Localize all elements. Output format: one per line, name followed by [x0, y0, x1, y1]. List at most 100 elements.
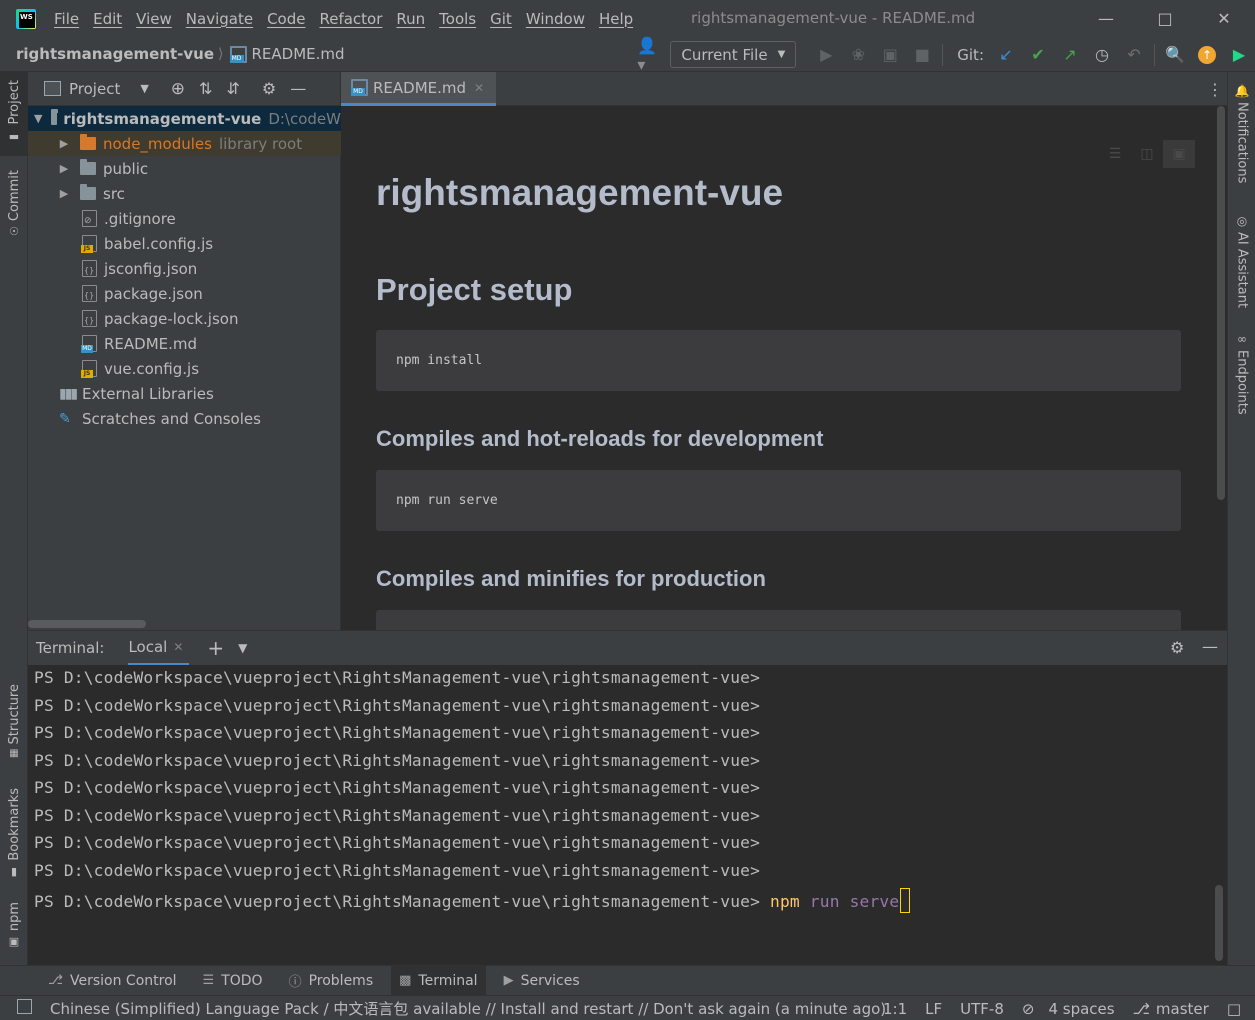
git-history-icon[interactable]: ◷: [1091, 44, 1113, 66]
git-rollback-icon[interactable]: ↶: [1123, 44, 1145, 66]
scratches-icon: ✎: [59, 410, 71, 427]
lock-icon[interactable]: □: [1227, 1000, 1241, 1018]
update-icon[interactable]: ↑: [1196, 44, 1218, 66]
terminal-output[interactable]: PS D:\codeWorkspace\vueproject\RightsMan…: [28, 665, 1227, 965]
expand-all-icon[interactable]: ⇅: [199, 79, 212, 98]
menu-file[interactable]: File: [54, 10, 79, 28]
tool-tab-ai-assistant[interactable]: ◎ AI Assistant: [1228, 214, 1255, 310]
new-terminal-icon[interactable]: +: [207, 636, 224, 660]
terminal-line: PS D:\codeWorkspace\vueproject\RightsMan…: [34, 806, 761, 825]
menu-view[interactable]: View: [136, 10, 172, 28]
maximize-button[interactable]: □: [1136, 0, 1194, 37]
git-branch[interactable]: master: [1156, 1000, 1209, 1018]
line-separator[interactable]: LF: [925, 1000, 942, 1018]
terminal-scrollbar[interactable]: [1215, 885, 1223, 961]
menu-git[interactable]: Git: [490, 10, 512, 28]
tree-item-jsconfig[interactable]: jsconfig.json: [28, 256, 341, 281]
git-commit-icon[interactable]: ✔: [1027, 44, 1049, 66]
coverage-icon[interactable]: ▣: [879, 44, 901, 66]
tool-tab-version-control[interactable]: ⎇ Version Control: [40, 966, 185, 996]
gear-icon[interactable]: ⚙: [1170, 638, 1184, 657]
tree-item-vue-config[interactable]: vue.config.js: [28, 356, 341, 381]
close-icon[interactable]: ✕: [173, 640, 183, 654]
tool-tab-endpoints[interactable]: ∞ Endpoints: [1228, 332, 1255, 422]
tree-item-package-json[interactable]: package.json: [28, 281, 341, 306]
file-encoding[interactable]: UTF-8: [960, 1000, 1004, 1018]
editor-only-icon[interactable]: ☰: [1099, 140, 1131, 168]
stop-icon[interactable]: ■: [911, 44, 933, 66]
collapse-all-icon[interactable]: ⇵: [226, 79, 239, 98]
tree-item-public[interactable]: ▶ public: [28, 156, 341, 181]
tool-tab-services[interactable]: ▶ Services: [496, 966, 588, 996]
tool-tab-problems[interactable]: ⓘ Problems: [281, 966, 382, 996]
tool-tab-todo[interactable]: ☰ TODO: [195, 966, 271, 996]
tree-item-gitignore[interactable]: .gitignore: [28, 206, 341, 231]
debug-icon[interactable]: ❀: [847, 44, 869, 66]
tool-tab-project[interactable]: Project ▬: [0, 72, 28, 156]
tree-item-babel-config[interactable]: babel.config.js: [28, 231, 341, 256]
vertical-scrollbar[interactable]: [1217, 106, 1225, 500]
chevron-down-icon[interactable]: ▼: [34, 112, 42, 125]
chevron-right-icon[interactable]: ▶: [57, 137, 71, 150]
gear-icon[interactable]: ⚙: [262, 79, 276, 98]
status-message[interactable]: Chinese (Simplified) Language Pack / 中文语…: [50, 998, 886, 1019]
chevron-right-icon[interactable]: ▶: [57, 162, 71, 175]
caret-position[interactable]: 1:1: [883, 1000, 907, 1018]
more-options-icon[interactable]: ⋮: [1207, 80, 1223, 99]
breadcrumb-project[interactable]: rightsmanagement-vue: [16, 45, 214, 63]
locate-icon[interactable]: ⊕: [171, 79, 185, 99]
tree-item-src[interactable]: ▶ src: [28, 181, 341, 206]
split-view-icon[interactable]: ◫: [1131, 140, 1163, 168]
indent-setting[interactable]: 4 spaces: [1048, 1000, 1114, 1018]
tree-item-package-lock[interactable]: package-lock.json: [28, 306, 341, 331]
chevron-down-icon[interactable]: ▼: [140, 82, 148, 95]
hide-panel-icon[interactable]: —: [290, 79, 306, 98]
tree-item-external-libraries[interactable]: ▮▮▮ External Libraries: [28, 381, 341, 406]
preview-only-icon[interactable]: ▣: [1163, 140, 1195, 168]
breadcrumb-file[interactable]: README.md: [252, 45, 345, 63]
close-icon[interactable]: ✕: [474, 81, 484, 95]
tree-item-root[interactable]: ▼ rightsmanagement-vue D:\codeW: [28, 106, 341, 131]
menu-edit[interactable]: Edit: [93, 10, 122, 28]
tool-tab-bookmarks[interactable]: Bookmarks ▮: [0, 788, 28, 880]
tool-tab-commit[interactable]: Commit ☉: [0, 170, 28, 246]
tool-tab-notifications[interactable]: 🔔 Notifications: [1228, 84, 1255, 194]
project-view-select[interactable]: Project: [69, 80, 120, 98]
terminal-tab-local[interactable]: Local ✕: [128, 631, 190, 666]
code-block: [376, 610, 1181, 630]
tree-item-label: jsconfig.json: [104, 259, 198, 278]
tree-item-scratches[interactable]: ✎ Scratches and Consoles: [28, 406, 341, 431]
menu-refactor[interactable]: Refactor: [319, 10, 382, 28]
search-icon[interactable]: 🔍: [1164, 44, 1186, 66]
menu-navigate[interactable]: Navigate: [186, 10, 253, 28]
menu-help[interactable]: Help: [599, 10, 633, 28]
run-configuration-select[interactable]: Current File ▼: [670, 41, 797, 68]
menu-code[interactable]: Code: [267, 10, 305, 28]
tree-item-readme[interactable]: README.md: [28, 331, 341, 356]
user-icon[interactable]: 👤▾: [637, 36, 659, 74]
hide-panel-icon[interactable]: —: [1202, 637, 1218, 656]
tree-item-label: babel.config.js: [104, 234, 214, 253]
menu-tools[interactable]: Tools: [439, 10, 476, 28]
minimize-button[interactable]: —: [1077, 0, 1135, 37]
git-update-icon[interactable]: ↙: [995, 44, 1017, 66]
menu-window[interactable]: Window: [526, 10, 585, 28]
tool-tab-terminal[interactable]: ▩ Terminal: [391, 965, 486, 996]
toggle-tool-windows-icon[interactable]: [17, 999, 32, 1014]
git-push-icon[interactable]: ↗: [1059, 44, 1081, 66]
menu-run[interactable]: Run: [396, 10, 425, 28]
tree-item-node-modules[interactable]: ▶ node_modules library root: [28, 131, 341, 156]
run-icon[interactable]: ▶: [815, 44, 837, 66]
code-with-me-icon[interactable]: ▶: [1228, 44, 1250, 66]
tool-tab-structure[interactable]: Structure ▦: [0, 684, 28, 764]
tool-tab-npm[interactable]: npm ▣: [0, 902, 28, 954]
chevron-down-icon[interactable]: ▼: [238, 641, 247, 655]
readonly-toggle-icon[interactable]: ⊘: [1022, 1000, 1035, 1018]
chevron-right-icon[interactable]: ▶: [57, 187, 71, 200]
tool-tab-npm-label: npm: [6, 902, 22, 932]
editor-tab-readme[interactable]: README.md ✕: [341, 72, 496, 106]
close-window-button[interactable]: ✕: [1195, 0, 1253, 37]
horizontal-scrollbar[interactable]: [28, 620, 146, 628]
tool-tab-label: Terminal: [418, 972, 478, 989]
readme-title: rightsmanagement-vue: [376, 172, 784, 213]
